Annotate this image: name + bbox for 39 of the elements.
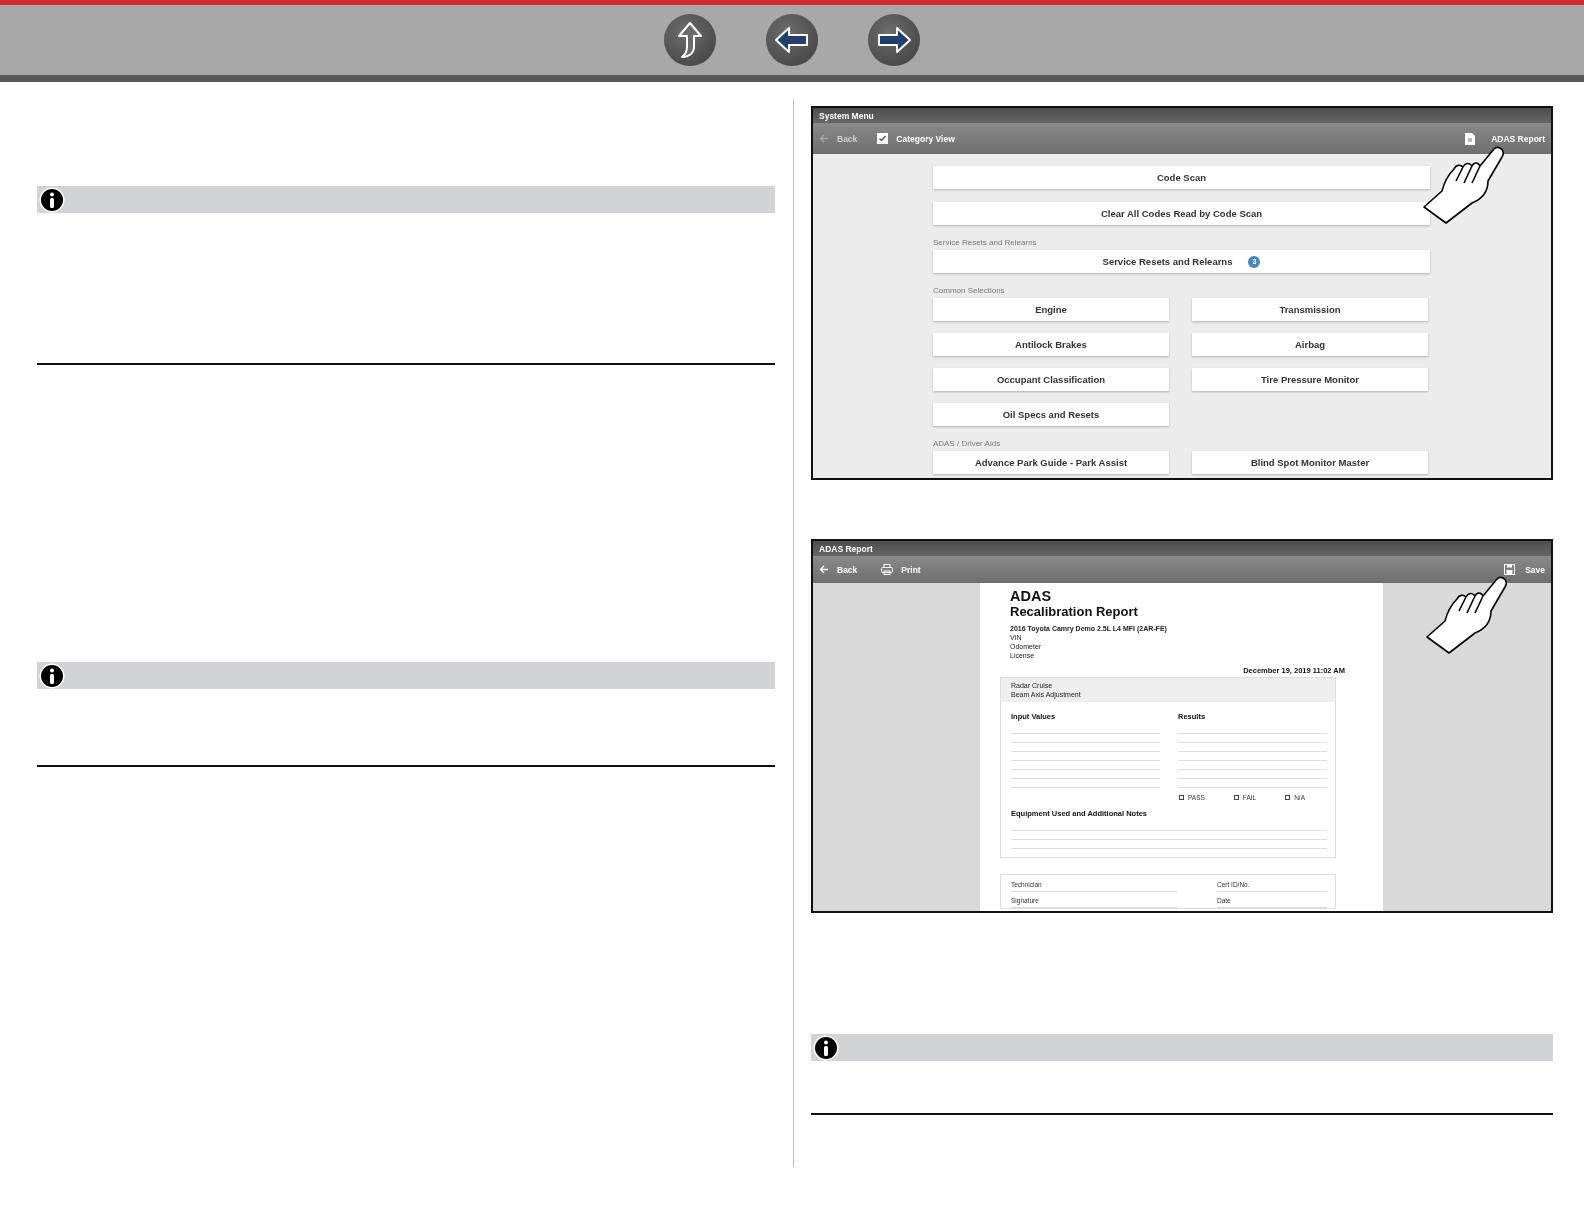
menu-button[interactable]: Engine bbox=[933, 298, 1169, 321]
home-button[interactable] bbox=[664, 14, 716, 66]
print-button[interactable]: Print bbox=[881, 564, 921, 575]
info-icon bbox=[813, 1034, 839, 1061]
menu-button[interactable]: Airbag bbox=[1192, 333, 1428, 356]
window-title: ADAS Report bbox=[813, 541, 1551, 556]
back-arrow-icon bbox=[819, 134, 829, 143]
menu-button[interactable]: Antilock Brakes bbox=[933, 333, 1169, 356]
next-page-button[interactable] bbox=[868, 14, 920, 66]
section-heading: Service Resets and Relearns bbox=[933, 238, 1038, 247]
menu-button[interactable]: Code Scan bbox=[933, 166, 1430, 189]
category-view-label: Category View bbox=[896, 133, 955, 144]
menu-button[interactable]: Occupant Classification bbox=[933, 368, 1169, 391]
window-title: System Menu bbox=[813, 108, 1551, 123]
back-arrow-icon bbox=[819, 565, 829, 574]
right-arrow-icon bbox=[876, 26, 912, 54]
previous-page-button[interactable] bbox=[766, 14, 818, 66]
back-button[interactable]: Back bbox=[819, 564, 858, 575]
menu-button[interactable]: Oil Specs and Resets bbox=[933, 403, 1169, 426]
curved-up-arrow-icon bbox=[676, 21, 704, 59]
printer-icon bbox=[881, 564, 894, 575]
report-subtitle: Recalibration Report bbox=[1010, 604, 1139, 619]
menu-button[interactable]: Clear All Codes Read by Code Scan bbox=[933, 202, 1430, 225]
report-title: ADAS bbox=[1010, 589, 1053, 604]
pointing-hand-icon bbox=[1425, 575, 1509, 655]
document-icon bbox=[1465, 132, 1476, 145]
info-icon bbox=[39, 662, 65, 689]
menu-button[interactable]: Advance Park Guide - Park Assist bbox=[933, 451, 1169, 474]
section-heading: Common Selections bbox=[933, 286, 1006, 295]
menu-button[interactable]: Transmission bbox=[1192, 298, 1428, 321]
left-arrow-icon bbox=[774, 26, 810, 54]
section-heading: ADAS / Driver Aids bbox=[933, 439, 1002, 448]
menu-button[interactable]: Blind Spot Monitor Master bbox=[1192, 451, 1428, 474]
save-button[interactable]: Save bbox=[1504, 564, 1545, 575]
category-view-checkbox[interactable] bbox=[877, 133, 889, 144]
pointing-hand-icon bbox=[1422, 145, 1506, 225]
menu-button[interactable]: Tire Pressure Monitor bbox=[1192, 368, 1428, 391]
info-icon bbox=[39, 186, 65, 213]
adas-report-button[interactable]: ADAS Report bbox=[1465, 132, 1545, 145]
